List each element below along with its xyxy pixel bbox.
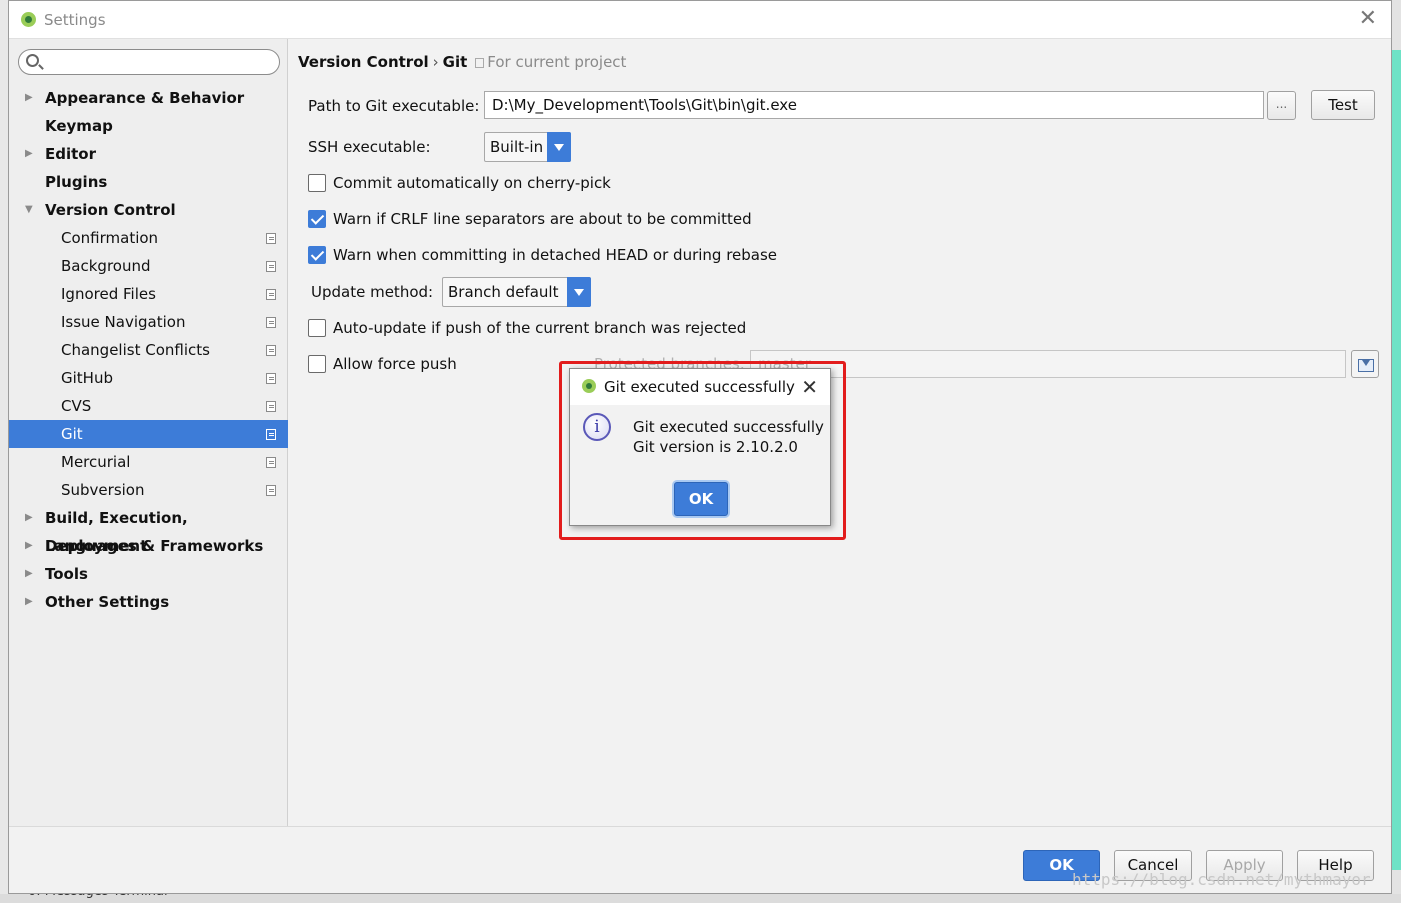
popup-title-bar: Git executed successfully ✕ [570,369,830,405]
ssh-executable-value: Built-in [490,138,544,156]
checkbox-label-allow-force-push: Allow force push [333,355,457,373]
project-scope-icon [266,233,276,244]
git-path-field[interactable]: D:\My_Development\Tools\Git\bin\git.exe [484,91,1264,119]
sidebar-item-cvs[interactable]: CVS [9,392,288,420]
update-method-select[interactable]: Branch default [442,277,592,307]
git-settings-panel: Version Control › Git For current project P… [289,39,1391,826]
chevron-right-icon: ▶ [25,148,33,159]
popup-title: Git executed successfully [604,378,795,396]
checkbox-label-warn-crlf: Warn if CRLF line separators are about t… [333,210,752,228]
background-ide-left [0,0,8,903]
project-scope-icon [266,317,276,328]
sidebar-item-appearance-behavior[interactable]: ▶ Appearance & Behavior [9,84,288,112]
project-scope-icon [266,373,276,384]
sidebar-item-tools[interactable]: ▶ Tools [9,560,288,588]
close-icon[interactable]: ✕ [801,375,818,399]
chevron-right-icon: ▶ [25,596,33,607]
sidebar-item-changelist-conflicts[interactable]: Changelist Conflicts [9,336,288,364]
git-success-popup: Git executed successfully ✕ i Git execut… [569,368,831,526]
watermark: https://blog.csdn.net/mythmayor [1072,870,1371,889]
popup-message-line2: Git version is 2.10.2.0 [633,438,798,456]
background-ide-right [1392,0,1401,903]
checkbox-warn-detached-head[interactable] [308,246,326,264]
ssh-executable-select[interactable]: Built-in [484,132,571,162]
project-scope-icon [266,289,276,300]
breadcrumb: Version Control › Git For current project [298,53,626,71]
sidebar-item-background[interactable]: Background [9,252,288,280]
breadcrumb-separator: › [432,53,439,71]
update-method-label: Update method: [311,283,434,301]
project-scope-icon [266,401,276,412]
project-scope-icon [266,345,276,356]
project-scope-icon [266,261,276,272]
project-scope-icon [266,485,276,496]
sidebar-item-other-settings[interactable]: ▶ Other Settings [9,588,288,616]
sidebar-item-ignored-files[interactable]: Ignored Files [9,280,288,308]
chevron-right-icon: ▶ [25,540,33,551]
sidebar-item-languages-frameworks[interactable]: ▶ Languages & Frameworks [9,532,288,560]
browse-button[interactable]: ... [1267,91,1296,120]
protected-branches-field[interactable]: master [750,350,1346,378]
sidebar-item-version-control[interactable]: ▼ Version Control [9,196,288,224]
checkbox-commit-cherry-pick[interactable] [308,174,326,192]
ssh-executable-label: SSH executable: [308,138,431,156]
background-ide-bottom [0,894,1401,903]
sidebar-item-github[interactable]: GitHub [9,364,288,392]
chevron-right-icon: ▶ [25,568,33,579]
settings-sidebar: ▶ Appearance & Behavior Keymap ▶ Editor Pl… [9,39,288,826]
sidebar-item-mercurial[interactable]: Mercurial [9,448,288,476]
android-studio-icon [21,12,36,27]
background-editor-strip [1392,50,1401,870]
sidebar-item-editor[interactable]: ▶ Editor [9,140,288,168]
search-icon [26,54,39,67]
sidebar-item-issue-navigation[interactable]: Issue Navigation [9,308,288,336]
test-button[interactable]: Test [1311,90,1375,120]
checkbox-label-warn-detached-head: Warn when committing in detached HEAD or… [333,246,778,264]
git-path-label: Path to Git executable: [308,97,480,115]
breadcrumb-scope: For current project [487,53,627,71]
project-scope-icon [266,429,276,440]
chevron-right-icon: ▶ [25,512,33,523]
breadcrumb-current: Git [442,53,468,71]
expand-field-icon[interactable] [1351,350,1379,378]
sidebar-item-subversion[interactable]: Subversion [9,476,288,504]
project-scope-icon [266,457,276,468]
chevron-down-icon [547,132,571,162]
breadcrumb-parent: Version Control [298,53,429,71]
sidebar-item-plugins[interactable]: Plugins [9,168,288,196]
popup-message-line1: Git executed successfully [633,418,824,436]
close-icon[interactable]: ✕ [1359,8,1377,30]
checkbox-label-commit-cherry-pick: Commit automatically on cherry-pick [333,174,611,192]
sidebar-item-git[interactable]: Git [9,420,288,448]
project-scope-icon [475,58,485,68]
chevron-down-icon [567,277,592,307]
sidebar-item-confirmation[interactable]: Confirmation [9,224,288,252]
sidebar-item-build-execution-deployment[interactable]: ▶ Build, Execution, Deployment [9,504,288,555]
checkbox-auto-update[interactable] [308,319,326,337]
info-icon: i [583,413,611,441]
checkbox-warn-crlf[interactable] [308,210,326,228]
android-studio-icon [582,379,596,393]
window-title: Settings [44,11,106,29]
title-bar: Settings ✕ [9,1,1391,39]
popup-ok-button[interactable]: OK [674,482,728,516]
chevron-down-icon: ▼ [25,204,33,215]
chevron-right-icon: ▶ [25,92,33,103]
checkbox-allow-force-push[interactable] [308,355,326,373]
checkbox-label-auto-update: Auto-update if push of the current branc… [333,319,747,337]
sidebar-item-keymap[interactable]: Keymap [9,112,288,140]
search-input[interactable] [18,49,280,75]
